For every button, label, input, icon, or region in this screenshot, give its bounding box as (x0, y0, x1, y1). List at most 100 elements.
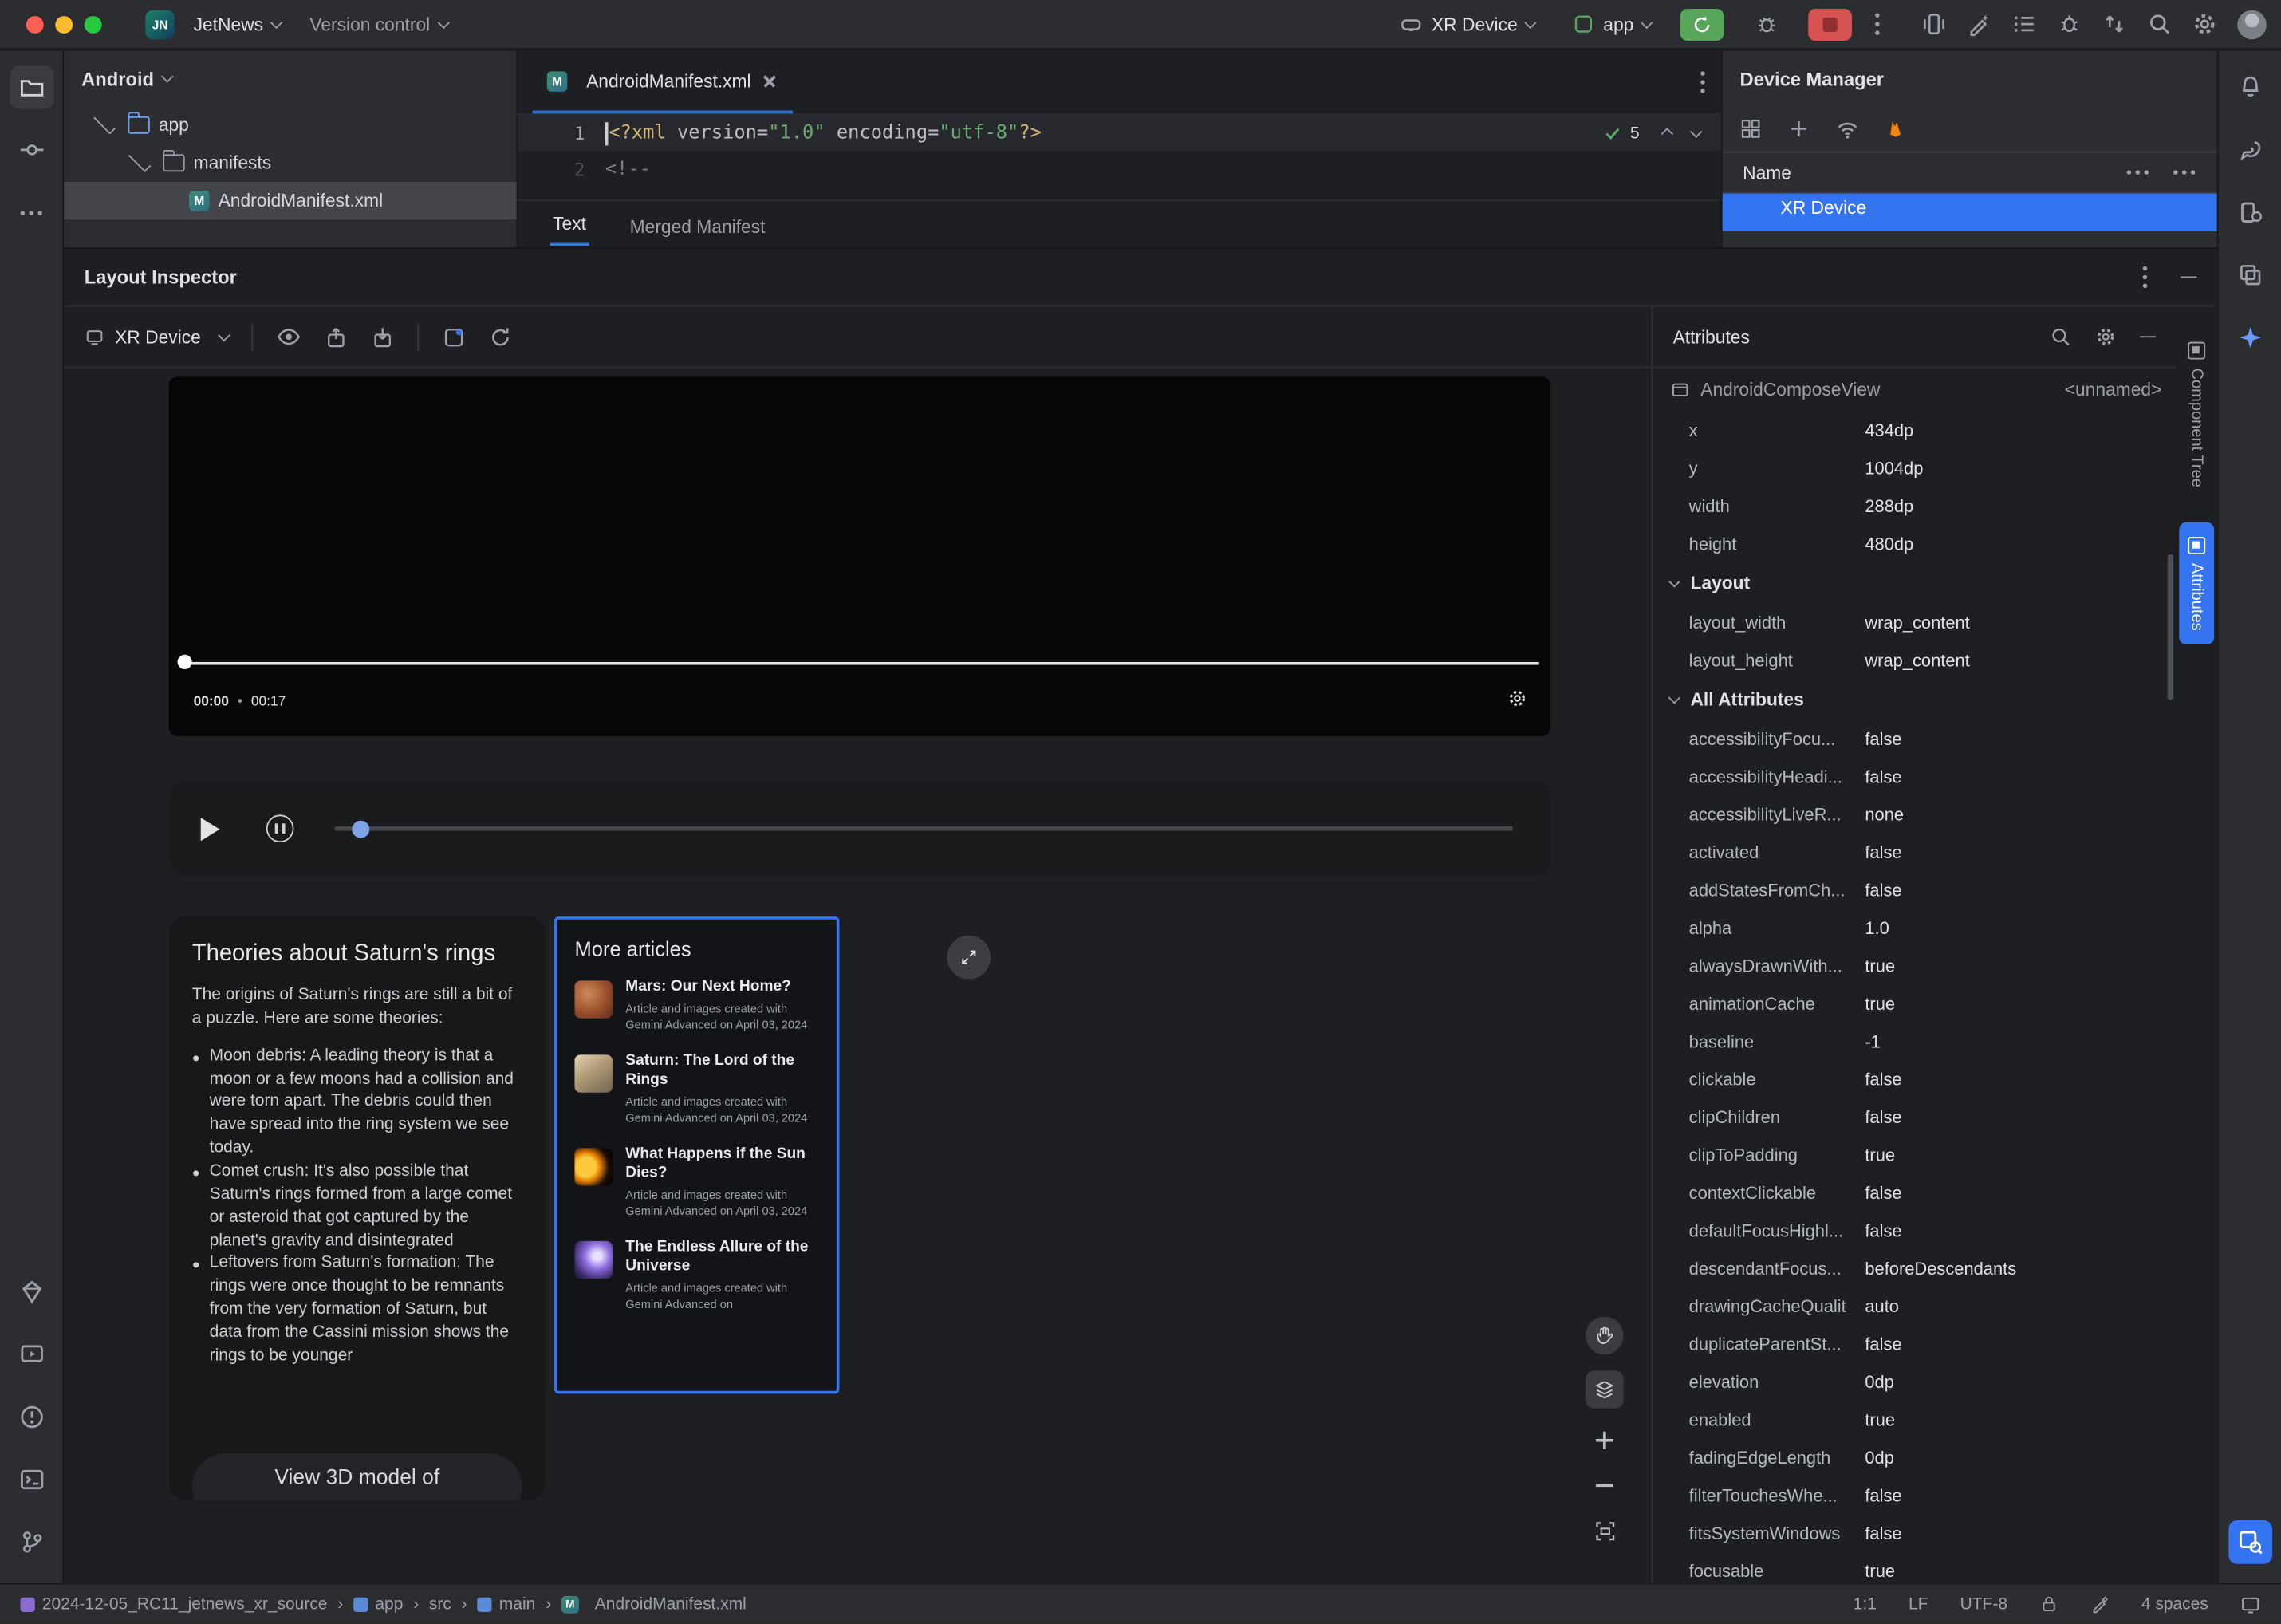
settings-icon[interactable] (2192, 12, 2217, 37)
attribute-row[interactable]: baseline -1 (1653, 1023, 2177, 1060)
gemini-tool-button[interactable] (2228, 316, 2271, 360)
hide-panel-button[interactable] (2181, 276, 2197, 278)
vcs-widget[interactable]: Version control (301, 10, 456, 38)
attribute-row[interactable]: contextClickable false (1653, 1174, 2177, 1212)
attribute-row[interactable]: enabled true (1653, 1401, 2177, 1438)
breadcrumb-project[interactable]: 2024-12-05_RC11_jetnews_xr_source (20, 1595, 328, 1613)
search-icon[interactable] (2147, 12, 2172, 37)
editor-options-button[interactable] (1698, 69, 1707, 96)
export-snapshot-icon[interactable] (325, 325, 348, 349)
attribute-row[interactable]: drawingCacheQualit auto (1653, 1287, 2177, 1325)
encoding-widget[interactable]: UTF-8 (1960, 1595, 2007, 1613)
attribute-row[interactable]: duplicateParentSt... false (1653, 1326, 2177, 1363)
profiler-icon[interactable] (2057, 12, 2082, 37)
attribute-row[interactable]: accessibilityHeadi... false (1653, 758, 2177, 795)
attribute-row[interactable]: accessibilityFocu... false (1653, 720, 2177, 758)
commit-tool-button[interactable] (10, 128, 53, 172)
zoom-window-button[interactable] (84, 15, 102, 34)
zoom-to-fit-button[interactable] (1589, 1515, 1621, 1547)
attribute-row[interactable]: alpha 1.0 (1653, 909, 2177, 947)
attribute-row[interactable]: focusable true (1653, 1552, 2177, 1583)
audio-slider[interactable] (334, 819, 1513, 838)
close-tab-icon[interactable] (761, 72, 778, 89)
attribute-row[interactable]: clickable false (1653, 1061, 2177, 1098)
attribute-row[interactable]: accessibilityLiveR... none (1653, 796, 2177, 834)
process-selector[interactable]: XR Device (85, 326, 230, 347)
attribute-row[interactable]: filterTouchesWhe... false (1653, 1476, 2177, 1514)
checklist-icon[interactable] (2012, 12, 2037, 37)
build-variants-tool-button[interactable] (2228, 253, 2271, 297)
grid-view-icon[interactable] (1739, 118, 1761, 140)
avatar[interactable] (2237, 9, 2267, 39)
tree-item-manifests[interactable]: manifests (64, 144, 516, 182)
breadcrumb-src[interactable]: src (429, 1595, 451, 1613)
add-device-icon[interactable] (1788, 118, 1810, 140)
running-devices-tool-button[interactable] (10, 1333, 53, 1377)
device-selector[interactable]: XR Device (1391, 8, 1544, 40)
name-column-header[interactable]: Name (1743, 162, 1791, 183)
panel-options-button[interactable] (2140, 264, 2149, 290)
video-settings-gear-icon[interactable] (1507, 688, 1528, 709)
video-player[interactable]: 00:00 • 00:17 (168, 376, 1551, 736)
more-run-actions-button[interactable] (1872, 11, 1881, 37)
attribute-row[interactable]: animationCache true (1653, 985, 2177, 1023)
code-area[interactable]: 1 <?xml version= "1.0" encoding= "utf-8" ?>… (518, 115, 1721, 199)
firebase-icon[interactable] (1885, 118, 1906, 140)
rerun-button[interactable] (1680, 8, 1724, 41)
breadcrumb-file[interactable]: M AndroidManifest.xml (561, 1594, 747, 1613)
code-line-2[interactable]: 2 <!-- (518, 152, 1720, 188)
project-view-selector[interactable]: Android (64, 51, 516, 106)
breadcrumb-main[interactable]: main (477, 1595, 535, 1613)
wifi-pair-icon[interactable] (1836, 117, 1859, 140)
hide-panel-button[interactable] (2140, 335, 2157, 338)
selected-component-row[interactable]: AndroidComposeView <unnamed> (1653, 368, 2177, 412)
attribute-row[interactable]: width 288dp (1653, 487, 2177, 525)
more-tools-button[interactable] (10, 191, 53, 235)
terminal-tool-button[interactable] (10, 1458, 53, 1502)
tree-item-app[interactable]: app (64, 106, 516, 144)
dependencies-tool-button[interactable] (10, 1270, 53, 1314)
video-progress-bar[interactable] (180, 661, 1539, 665)
expand-chevron-icon[interactable] (93, 112, 116, 135)
tree-item-androidmanifest[interactable]: M AndroidManifest.xml (64, 181, 517, 220)
zoom-in-button[interactable] (1589, 1425, 1621, 1456)
attribute-row[interactable]: addStatesFromCh... false (1653, 872, 2177, 909)
highlight-level-icon[interactable] (2090, 1594, 2110, 1614)
breadcrumb-app[interactable]: app (353, 1595, 403, 1613)
layout-inspector-tool-button[interactable] (2228, 1520, 2272, 1564)
section-layout[interactable]: Layout (1653, 563, 2177, 604)
debug-button[interactable] (1744, 8, 1788, 40)
toggle-visibility-eye-icon[interactable] (277, 325, 301, 349)
attribute-row[interactable]: elevation 0dp (1653, 1363, 2177, 1401)
attribute-row[interactable]: layout_width wrap_content (1653, 604, 2177, 641)
stop-button[interactable] (1808, 8, 1852, 41)
minimize-window-button[interactable] (55, 15, 73, 34)
attribute-row[interactable]: layout_height wrap_content (1653, 641, 2177, 679)
device-mirror-icon[interactable] (1921, 12, 1946, 37)
tab-attributes[interactable]: Attributes (2179, 522, 2215, 645)
lock-icon[interactable] (2039, 1594, 2058, 1614)
problems-tool-button[interactable] (10, 1395, 53, 1439)
screen-reader-icon[interactable] (2240, 1594, 2261, 1614)
article-list-item[interactable]: Saturn: The Lord of the Rings Article an… (574, 1052, 818, 1126)
article-list-item[interactable]: What Happens if the Sun Dies? Article an… (574, 1145, 818, 1219)
audio-player[interactable] (168, 781, 1551, 877)
notifications-tool-button[interactable] (2228, 65, 2271, 109)
saturn-theories-card[interactable]: Theories about Saturn's rings The origin… (168, 916, 546, 1500)
attribute-row[interactable]: clipChildren false (1653, 1098, 2177, 1136)
code-line-1[interactable]: 1 <?xml version= "1.0" encoding= "utf-8" ?>… (518, 115, 1721, 152)
attribute-row[interactable]: fitsSystemWindows false (1653, 1515, 2177, 1552)
attribute-row[interactable]: height 480dp (1653, 525, 2177, 562)
run-configuration-selector[interactable]: app (1564, 9, 1660, 39)
inspections-widget[interactable]: 5 (1602, 120, 1703, 148)
pan-mode-button[interactable] (1586, 1316, 1624, 1355)
tab-merged-manifest[interactable]: Merged Manifest (627, 208, 768, 246)
line-ending-widget[interactable]: LF (1909, 1595, 1928, 1613)
settings-gear-icon[interactable] (2095, 326, 2117, 348)
more-icon[interactable] (2124, 168, 2150, 177)
vcs-update-icon[interactable] (2102, 12, 2127, 37)
tab-component-tree[interactable]: Component Tree (2179, 327, 2214, 502)
attribute-row[interactable]: y 1004dp (1653, 450, 2177, 487)
attribute-row[interactable]: defaultFocusHighl... false (1653, 1212, 2177, 1249)
device-row-xr-device[interactable]: XR Device (1722, 193, 2217, 232)
